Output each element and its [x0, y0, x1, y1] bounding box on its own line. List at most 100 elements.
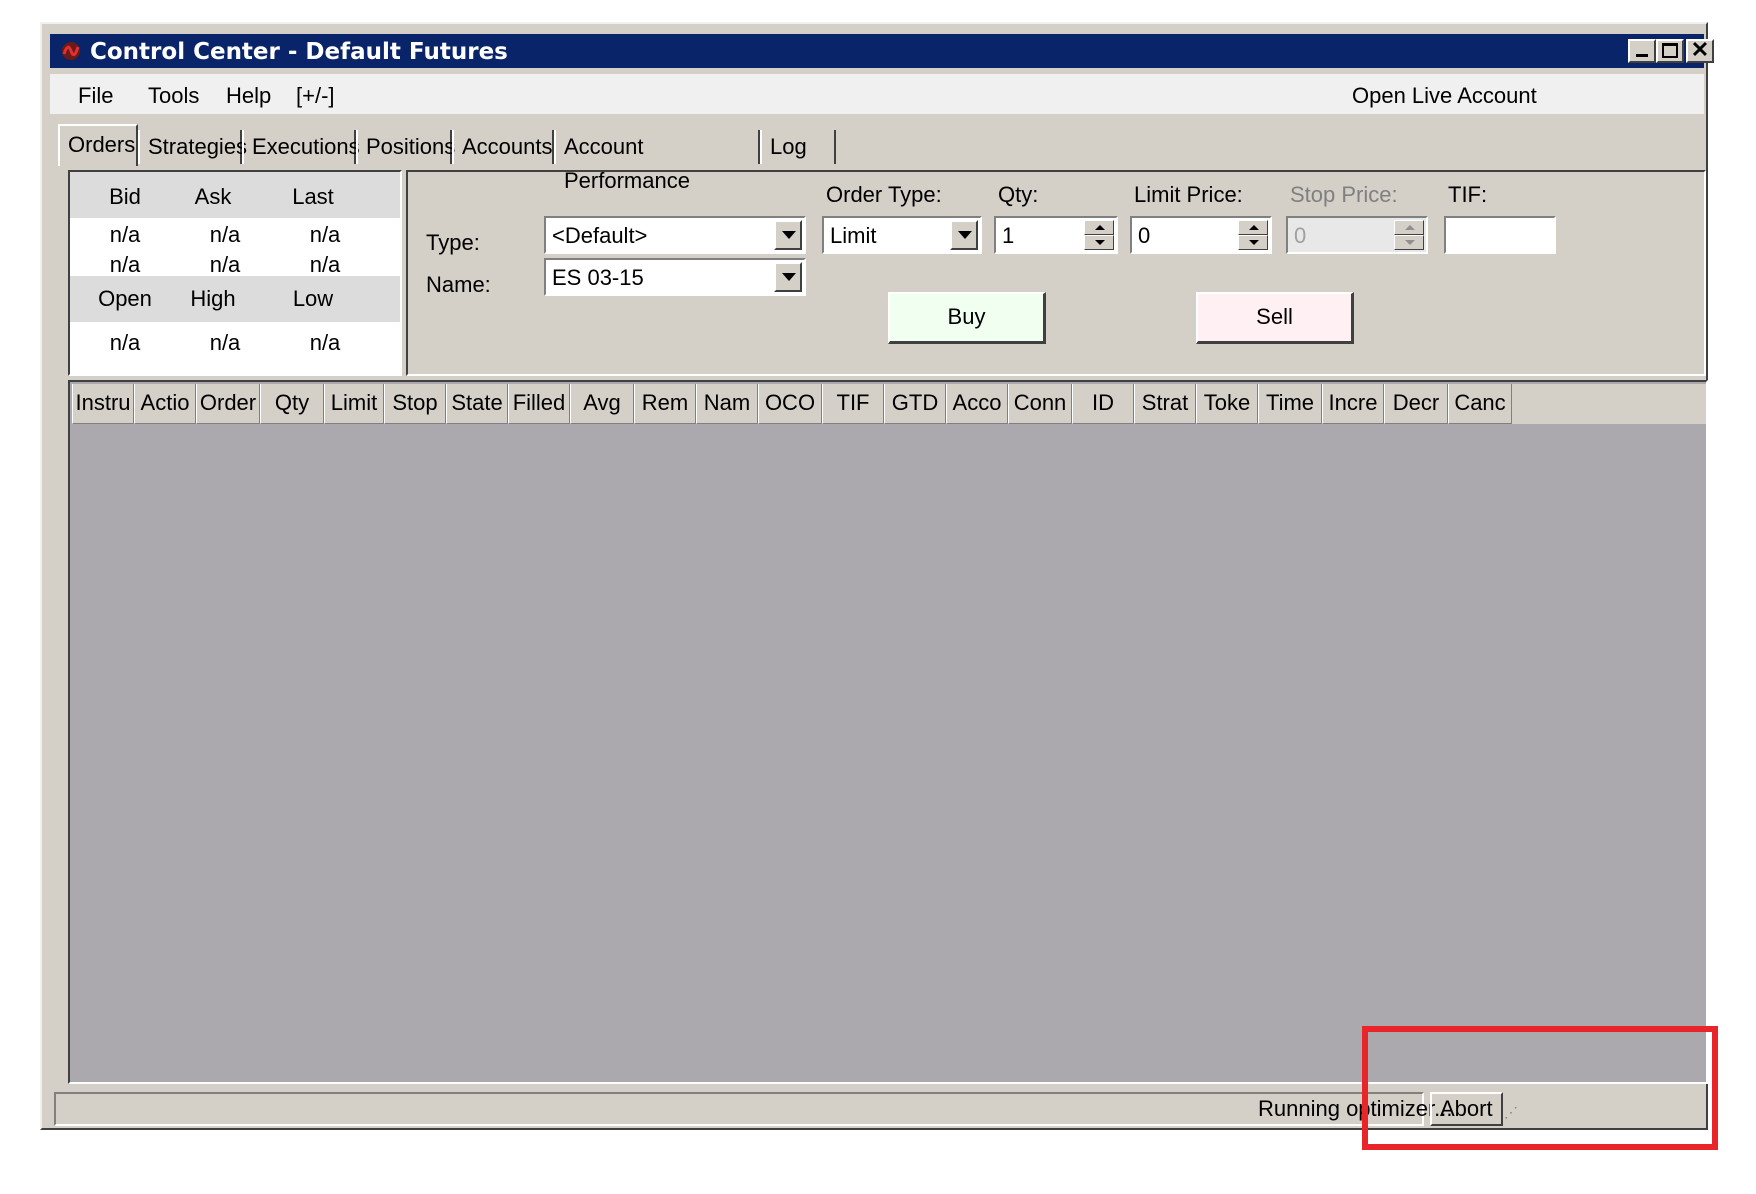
limit-price-label: Limit Price: [1134, 182, 1243, 207]
chevron-down-icon[interactable] [950, 220, 978, 250]
decrement-icon [1394, 235, 1424, 250]
open-live-account-link[interactable]: Open Live Account [1352, 83, 1537, 109]
column-header[interactable]: TIF [822, 384, 884, 424]
column-header[interactable]: OCO [758, 384, 822, 424]
column-header[interactable]: Order [196, 384, 260, 424]
name-select[interactable]: ES 03-15 [544, 258, 806, 296]
quote-header-row: Bid Ask Last [70, 172, 400, 218]
orders-grid-header: Instru Actio Order Qty Limit Stop State … [72, 384, 1706, 424]
column-header[interactable]: Qty [260, 384, 324, 424]
minimize-icon [1636, 54, 1648, 57]
low-value: n/a [309, 330, 341, 355]
column-header[interactable]: Stop [384, 384, 446, 424]
order-type-value: Limit [830, 223, 877, 248]
maximize-icon [1662, 43, 1678, 58]
stop-price-value: 0 [1294, 223, 1307, 248]
tab-positions[interactable]: Positions [356, 130, 455, 164]
low-header: Low [292, 286, 334, 311]
tab-strategies[interactable]: Strategies [138, 130, 247, 164]
increment-icon[interactable] [1238, 220, 1268, 235]
type-select-value: <Default> [552, 223, 648, 248]
control-center-window: Control Center - Default Futures ✕ File … [40, 22, 1714, 1130]
bid-value-2: n/a [109, 252, 141, 277]
title-bar[interactable]: Control Center - Default Futures ✕ [50, 34, 1714, 68]
close-icon: ✕ [1690, 37, 1710, 62]
tif-label: TIF: [1448, 182, 1488, 207]
column-header[interactable]: Decr [1384, 384, 1448, 424]
maximize-button[interactable] [1656, 39, 1684, 63]
qty-stepper[interactable]: 1 [994, 216, 1118, 254]
tab-strip: Orders Strategies Executions Positions A… [58, 124, 1058, 193]
ohl-header-row: Open High Low [70, 276, 400, 322]
sell-button[interactable]: Sell [1196, 292, 1354, 344]
minimize-button[interactable] [1628, 39, 1656, 63]
ask-value-2: n/a [209, 252, 241, 277]
chevron-down-icon[interactable] [774, 220, 802, 250]
buy-button[interactable]: Buy [888, 292, 1046, 344]
column-header[interactable]: Nam [696, 384, 758, 424]
column-header[interactable]: Actio [134, 384, 196, 424]
last-value-1: n/a [309, 222, 341, 247]
last-value-2: n/a [309, 252, 341, 277]
tab-accounts[interactable]: Accounts [452, 130, 554, 164]
chevron-down-icon[interactable] [774, 262, 802, 292]
column-header[interactable]: Time [1258, 384, 1322, 424]
decrement-icon[interactable] [1084, 235, 1114, 250]
column-header[interactable]: Incre [1322, 384, 1384, 424]
name-select-value: ES 03-15 [552, 265, 644, 290]
type-select[interactable]: <Default> [544, 216, 806, 254]
column-header[interactable]: Conn [1008, 384, 1072, 424]
last-header: Last [292, 184, 334, 209]
column-header[interactable]: Limit [324, 384, 384, 424]
decrement-icon[interactable] [1238, 235, 1268, 250]
menu-bar: File Tools Help [+/-] Open Live Account [50, 74, 1704, 114]
highlight-box [1362, 1026, 1718, 1150]
tab-log[interactable]: Log [760, 130, 836, 164]
column-header[interactable]: Acco [946, 384, 1008, 424]
orders-grid[interactable]: Instru Actio Order Qty Limit Stop State … [68, 380, 1708, 1084]
column-header[interactable]: State [446, 384, 508, 424]
name-label: Name: [426, 272, 491, 297]
high-value: n/a [209, 330, 241, 355]
column-header[interactable]: Rem [634, 384, 696, 424]
window-title: Control Center - Default Futures [90, 39, 508, 65]
quote-panel: Bid Ask Last n/a n/a n/a n/a n/a n/a Ope… [68, 170, 402, 376]
background-strip [0, 0, 40, 1194]
limit-price-stepper-buttons [1238, 220, 1268, 250]
order-entry-panel: Type: <Default> Name: ES 03-15 Order Typ… [406, 170, 1706, 376]
column-header[interactable]: Filled [508, 384, 570, 424]
tab-account-performance[interactable]: Account Performance [554, 130, 760, 193]
stop-price-label: Stop Price: [1290, 182, 1398, 207]
menu-toggle[interactable]: [+/-] [296, 83, 335, 109]
qty-stepper-buttons [1084, 220, 1114, 250]
order-type-select[interactable]: Limit [822, 216, 982, 254]
column-header[interactable]: Avg [570, 384, 634, 424]
menu-file[interactable]: File [78, 83, 113, 109]
column-header[interactable]: Canc [1448, 384, 1512, 424]
open-value: n/a [109, 330, 141, 355]
qty-label: Qty: [998, 182, 1039, 207]
limit-price-stepper[interactable]: 0 [1130, 216, 1272, 254]
status-pane-main [54, 1092, 1424, 1126]
stop-price-stepper: 0 [1286, 216, 1428, 254]
menu-help[interactable]: Help [226, 83, 271, 109]
app-logo-icon [62, 42, 80, 60]
bid-value-1: n/a [109, 222, 141, 247]
stop-price-stepper-buttons [1394, 220, 1424, 250]
order-type-label: Order Type: [826, 182, 942, 207]
close-button[interactable]: ✕ [1686, 39, 1714, 63]
increment-icon[interactable] [1084, 220, 1114, 235]
column-header[interactable]: Instru [72, 384, 134, 424]
column-header[interactable]: Strat [1134, 384, 1196, 424]
increment-icon [1394, 220, 1424, 235]
tab-orders[interactable]: Orders [58, 124, 138, 166]
menu-tools[interactable]: Tools [148, 83, 199, 109]
high-header: High [190, 286, 236, 311]
ask-value-1: n/a [209, 222, 241, 247]
column-header[interactable]: Toke [1196, 384, 1258, 424]
tab-executions[interactable]: Executions [242, 130, 360, 164]
qty-value: 1 [1002, 223, 1015, 248]
column-header[interactable]: GTD [884, 384, 946, 424]
tif-select[interactable] [1444, 216, 1556, 254]
column-header[interactable]: ID [1072, 384, 1134, 424]
